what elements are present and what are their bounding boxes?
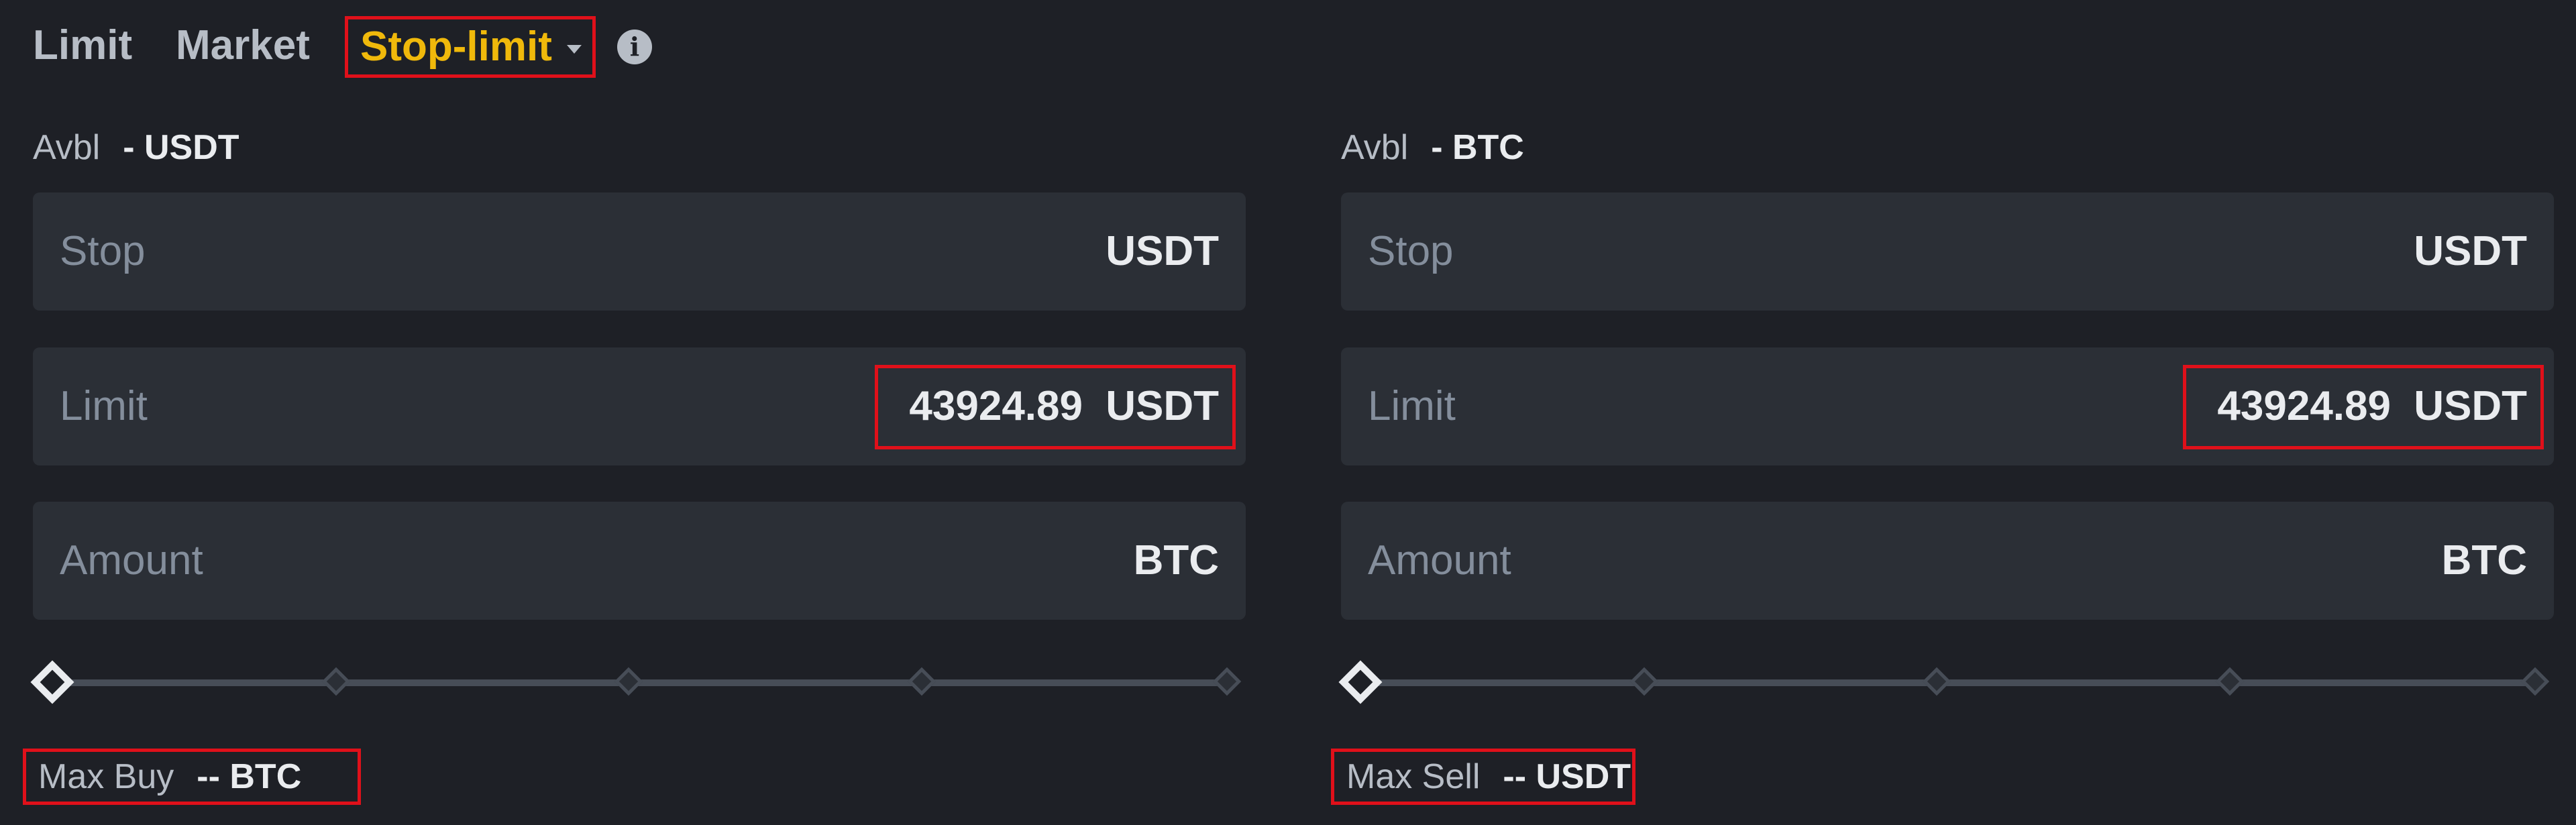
limit-price-value[interactable]: 43924.89 (909, 347, 1083, 465)
stop-label: Stop (1368, 228, 1454, 274)
buy-amount-slider[interactable] (30, 660, 1246, 704)
avbl-label: Avbl (1341, 128, 1409, 167)
sell-limit-input[interactable]: Limit 43924.89 USDT (1341, 347, 2554, 465)
sell-available-balance: Avbl - BTC (1341, 127, 1524, 168)
max-buy-value: -- BTC (197, 757, 302, 796)
slider-step-25[interactable] (1629, 667, 1659, 696)
buy-available-balance: Avbl - USDT (33, 127, 239, 168)
max-sell-value: -- USDT (1503, 757, 1631, 796)
sell-amount-input[interactable]: Amount BTC (1341, 502, 2554, 620)
slider-step-75[interactable] (907, 667, 936, 696)
slider-step-50[interactable] (614, 667, 643, 696)
limit-unit: USDT (2414, 383, 2527, 429)
max-buy: Max Buy -- BTC (23, 749, 361, 805)
amount-label: Amount (1368, 537, 1511, 584)
amount-unit: BTC (1133, 537, 1219, 584)
max-sell-label: Max Sell (1346, 757, 1481, 796)
buy-form: Avbl - USDT Stop USDT Limit 43924.89 USDT… (23, 0, 1246, 825)
sell-amount-slider[interactable] (1338, 660, 2554, 704)
slider-step-100[interactable] (1212, 667, 1242, 696)
slider-step-75[interactable] (2215, 667, 2245, 696)
sell-form: Avbl - BTC Stop USDT Limit 43924.89 USDT … (1331, 0, 2554, 825)
amount-unit: BTC (2441, 537, 2527, 584)
limit-label: Limit (60, 383, 148, 429)
stop-label: Stop (60, 228, 146, 274)
stop-unit: USDT (2414, 228, 2527, 274)
buy-stop-input[interactable]: Stop USDT (33, 192, 1246, 311)
slider-handle[interactable] (1338, 660, 1383, 704)
stop-unit: USDT (1106, 228, 1219, 274)
slider-handle[interactable] (30, 660, 74, 704)
sell-stop-input[interactable]: Stop USDT (1341, 192, 2554, 311)
amount-label: Amount (60, 537, 203, 584)
slider-step-50[interactable] (1922, 667, 1951, 696)
avbl-label: Avbl (33, 128, 101, 167)
slider-step-25[interactable] (321, 667, 351, 696)
slider-step-100[interactable] (2520, 667, 2550, 696)
stop-limit-order-panel: Limit Market Stop-limit i Avbl - USDT Sto… (0, 0, 2576, 825)
buy-amount-input[interactable]: Amount BTC (33, 502, 1246, 620)
limit-label: Limit (1368, 383, 1456, 429)
limit-price-value[interactable]: 43924.89 (2217, 347, 2391, 465)
buy-limit-input[interactable]: Limit 43924.89 USDT (33, 347, 1246, 465)
avbl-value: - USDT (123, 128, 239, 167)
avbl-value: - BTC (1431, 128, 1524, 167)
max-sell: Max Sell -- USDT (1331, 749, 1635, 805)
limit-unit: USDT (1106, 383, 1219, 429)
max-buy-label: Max Buy (38, 757, 174, 796)
